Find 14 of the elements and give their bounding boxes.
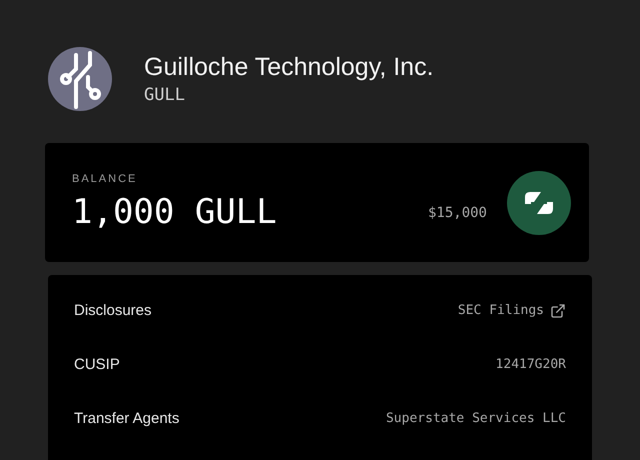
balance-label: BALANCE: [72, 172, 138, 188]
company-name: Guilloche Technology, Inc.: [144, 52, 434, 83]
balance-value: $15,000: [428, 204, 487, 223]
detail-label: Transfer Agents: [74, 408, 180, 429]
balance-amount: 1,000 GULL: [72, 190, 278, 234]
detail-value: Superstate Services LLC: [386, 410, 566, 428]
sec-filings-link[interactable]: SEC Filings: [458, 301, 566, 321]
circuit-logo-icon: [48, 47, 112, 111]
link-logo-icon: [507, 170, 571, 234]
external-link-icon: [550, 303, 566, 319]
detail-label: CUSIP: [74, 354, 120, 375]
ticker-symbol: GULL: [144, 84, 186, 107]
detail-label: Disclosures: [74, 300, 152, 321]
detail-value: 12417G20R: [496, 356, 566, 374]
